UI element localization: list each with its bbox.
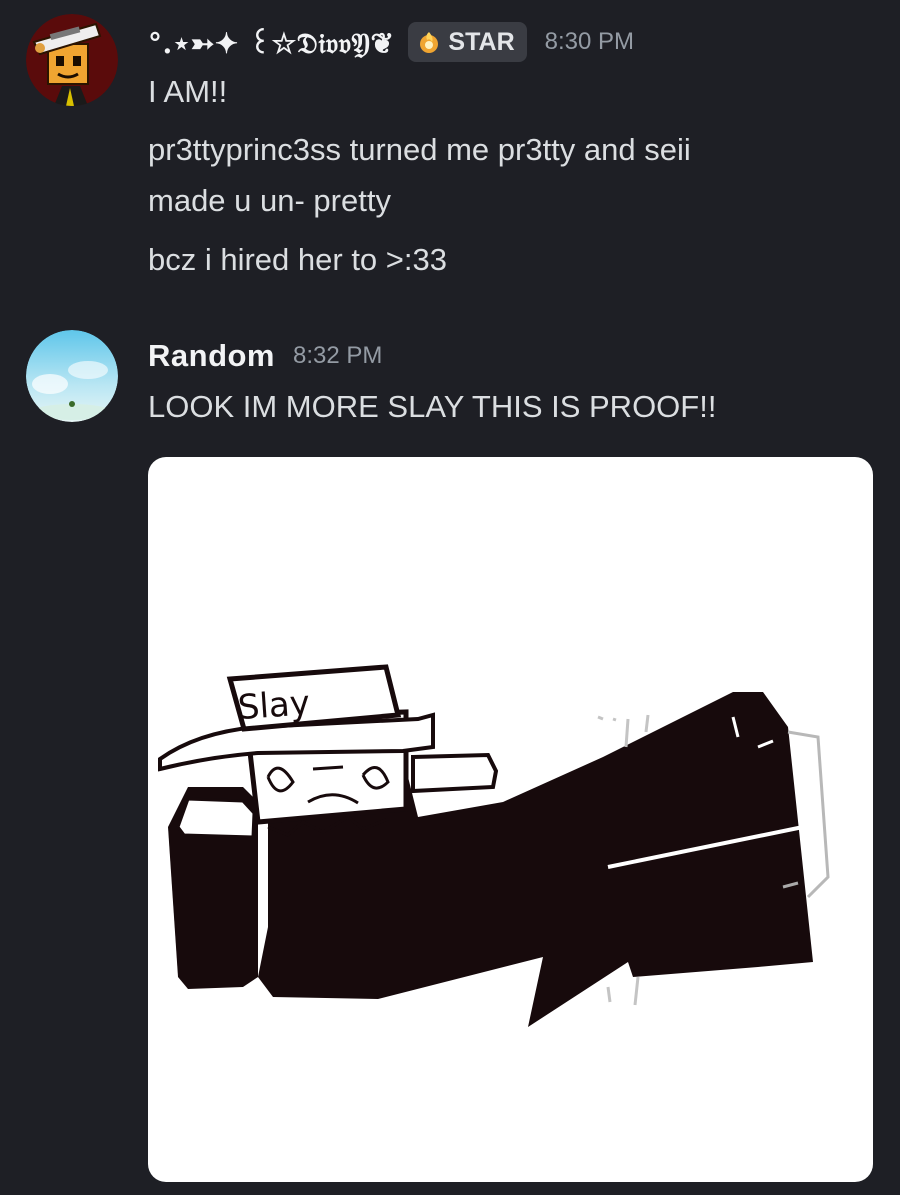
username[interactable]: °.⋆➳✦ ꒰☆𝔇𝔦𝔳𝔳𝔜❦ xyxy=(148,23,394,61)
message-header-1: °.⋆➳✦ ꒰☆𝔇𝔦𝔳𝔳𝔜❦ STAR 8:30 PM xyxy=(148,22,634,62)
avatar-random-image xyxy=(26,330,118,422)
clan-tag-label: STAR xyxy=(448,27,515,56)
avatar-random[interactable] xyxy=(26,330,118,422)
hat-label: Slay xyxy=(237,683,312,728)
message-header-2: Random 8:32 PM xyxy=(148,336,382,376)
message-text: pr3ttyprinc3ss turned me pr3tty and seii xyxy=(148,132,691,167)
avatar-divvy-image xyxy=(26,14,118,106)
username[interactable]: Random xyxy=(148,338,275,374)
timestamp[interactable]: 8:30 PM xyxy=(545,28,634,56)
message-text: I AM!! xyxy=(148,74,228,109)
message-text: bcz i hired her to >:33 xyxy=(148,242,447,277)
message-text: LOOK IM MORE SLAY THIS IS PROOF!! xyxy=(148,389,717,424)
flame-icon xyxy=(420,32,439,53)
slay-drawing: Slay xyxy=(158,664,830,1027)
message-text: made u un- pretty xyxy=(148,183,391,218)
clan-tag-badge[interactable]: STAR xyxy=(408,22,527,62)
timestamp[interactable]: 8:32 PM xyxy=(293,342,382,370)
image-attachment[interactable]: Slay xyxy=(148,457,873,1182)
avatar-divvy[interactable] xyxy=(26,14,118,106)
